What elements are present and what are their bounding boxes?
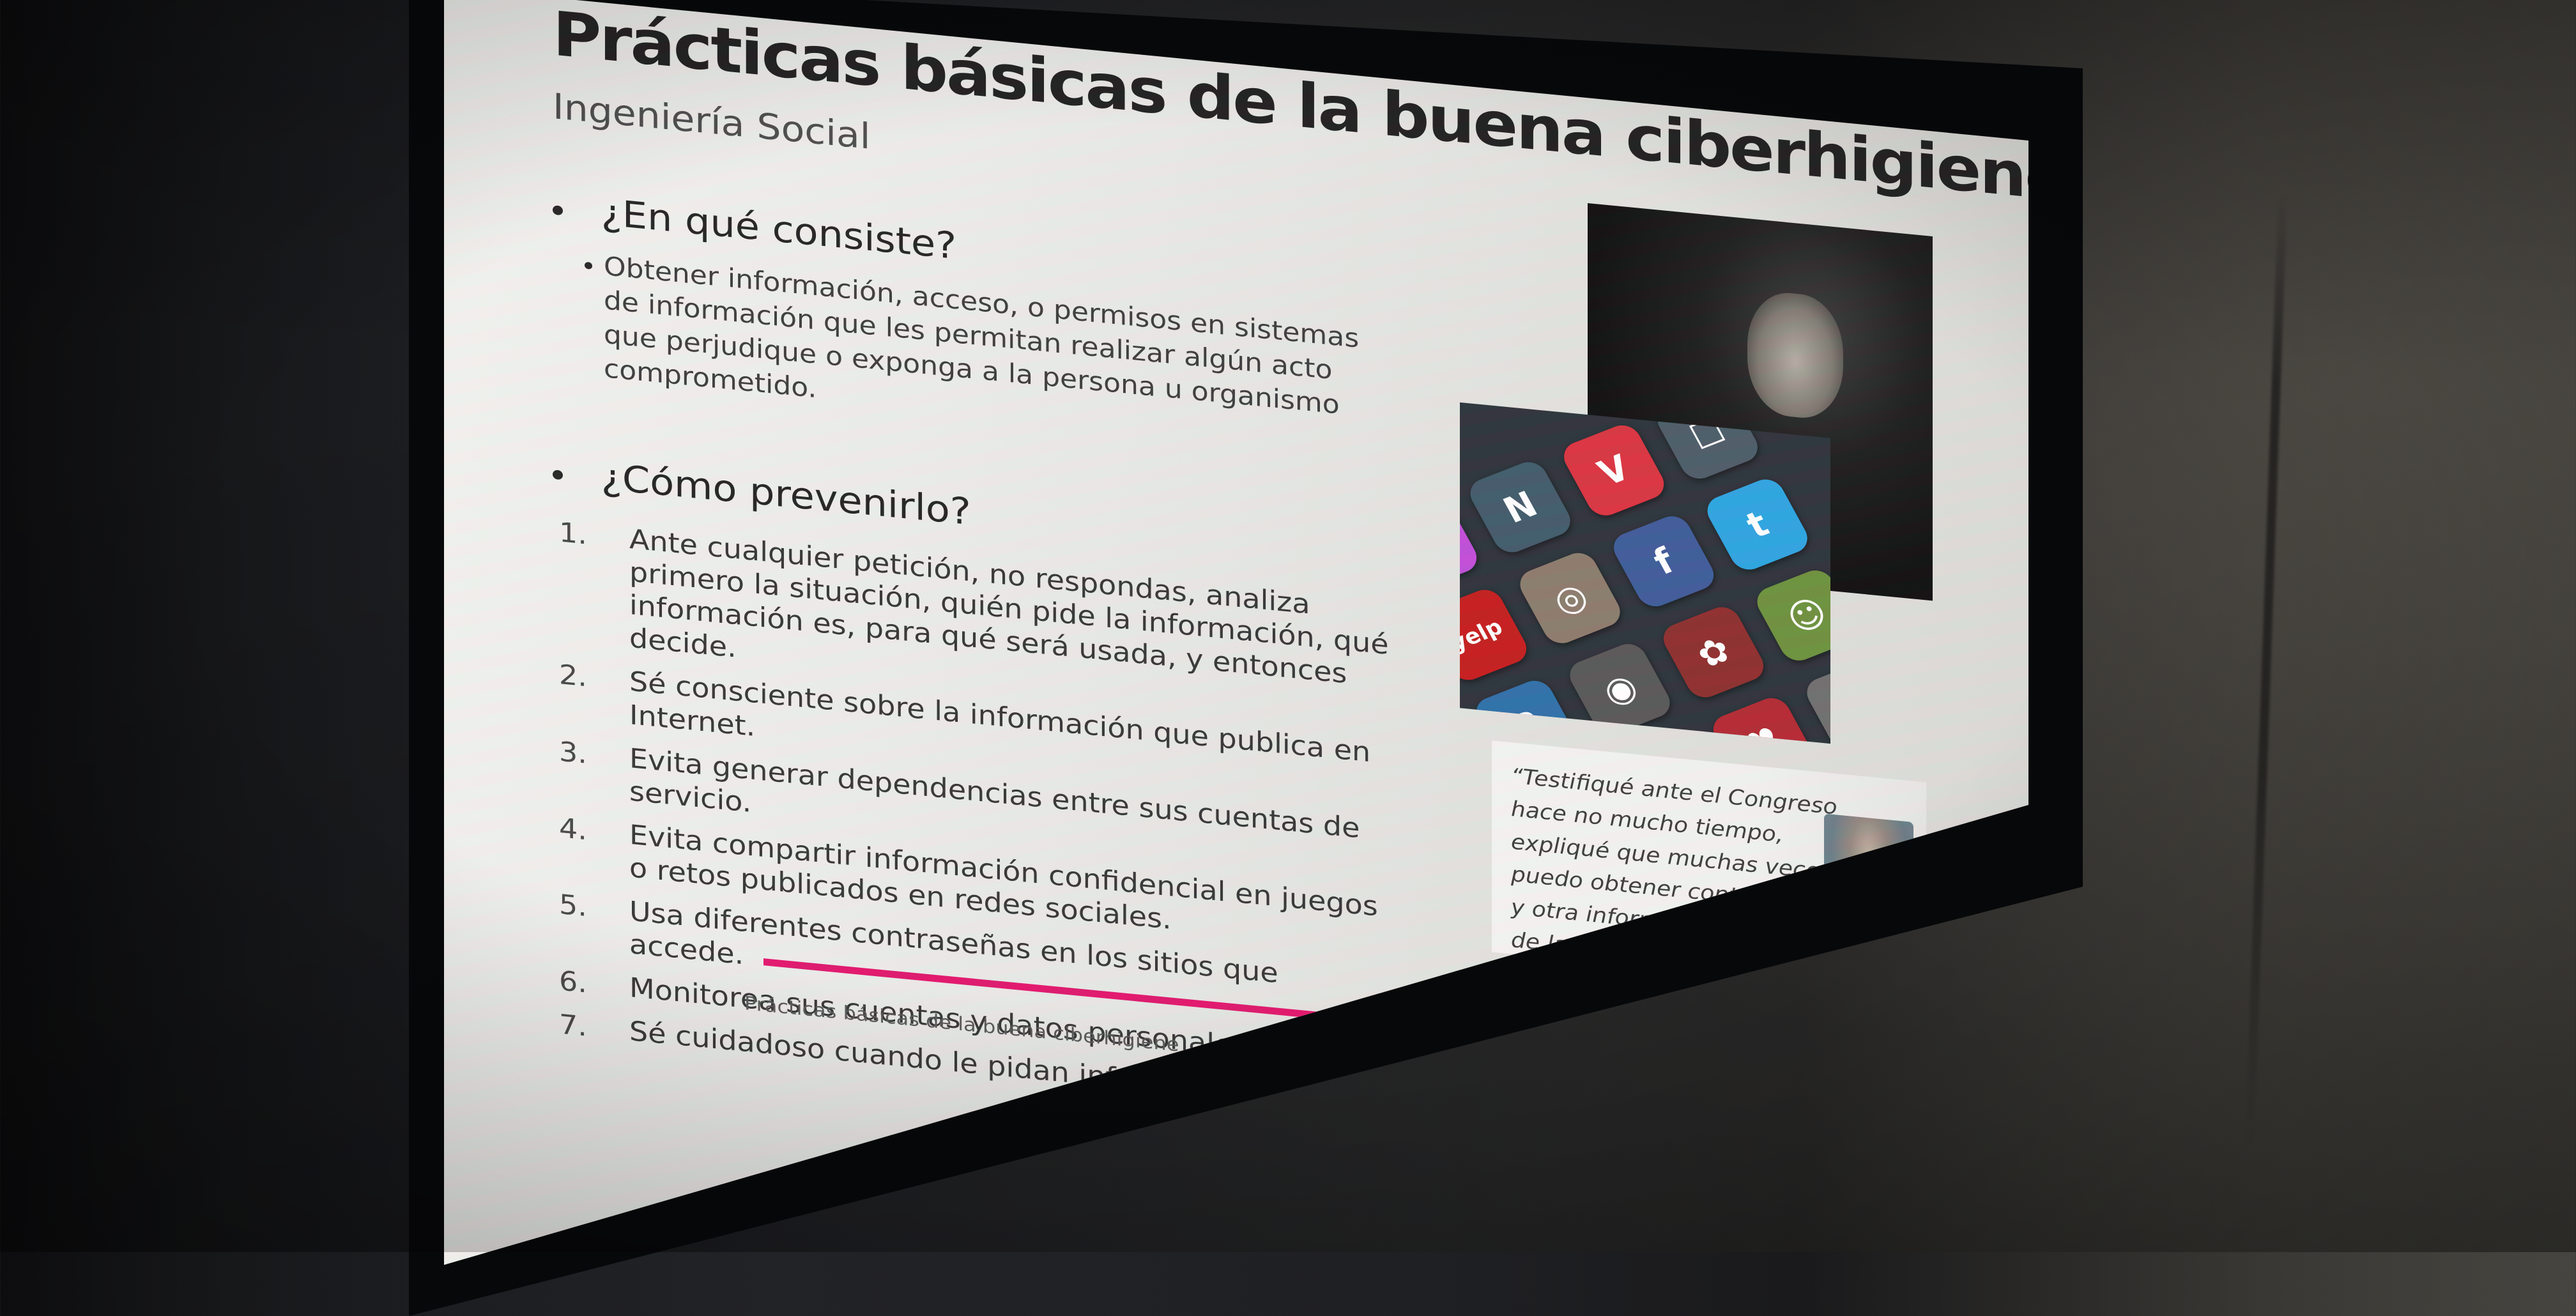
app-icon: yelp [1460, 585, 1533, 685]
definition-bullet: Obtener información, acceso, o permisos … [585, 249, 1383, 461]
app-icon: ✿ [1657, 602, 1770, 703]
app-icon: P [1469, 675, 1583, 744]
definition-text: Obtener información, acceso, o permisos … [604, 251, 1360, 420]
list-number: 3. [559, 735, 587, 770]
app-icon: t [1701, 474, 1814, 575]
app-icon: f [1607, 511, 1721, 611]
list-number: 6. [559, 965, 587, 1000]
app-icon: ◉ [1563, 639, 1676, 739]
app-icon: ♥ [1707, 693, 1820, 744]
list-number: 5. [559, 888, 587, 923]
app-icon: ◆ [1800, 656, 1830, 744]
list-number: 1. [559, 516, 587, 551]
list-number: 4. [559, 811, 587, 846]
hooded-face-image [1747, 289, 1843, 422]
app-icon: N [1464, 457, 1577, 558]
list-number: 2. [559, 658, 587, 693]
app-icon: ★ [1613, 730, 1726, 744]
question-label: ¿Cómo prevenirlo? [601, 455, 971, 533]
social-apps-photo: ♫NV☐yelp◎ftP◉✿☺⚙★♥◆ [1460, 402, 1830, 744]
bullet-icon [553, 470, 563, 480]
slide-subtitle: Ingeniería Social [553, 86, 871, 158]
app-icon: V [1558, 420, 1671, 521]
app-icon: ◎ [1514, 547, 1627, 648]
bullet-icon [553, 205, 563, 216]
bullet-icon [585, 261, 592, 270]
app-icon-grid: ♫NV☐yelp◎ftP◉✿☺⚙★♥◆ [1460, 402, 1830, 744]
list-number: 7. [559, 1008, 587, 1043]
list-text: Ante cualquier petición, no respondas, a… [629, 523, 1389, 690]
app-icon: ☺ [1751, 565, 1830, 666]
